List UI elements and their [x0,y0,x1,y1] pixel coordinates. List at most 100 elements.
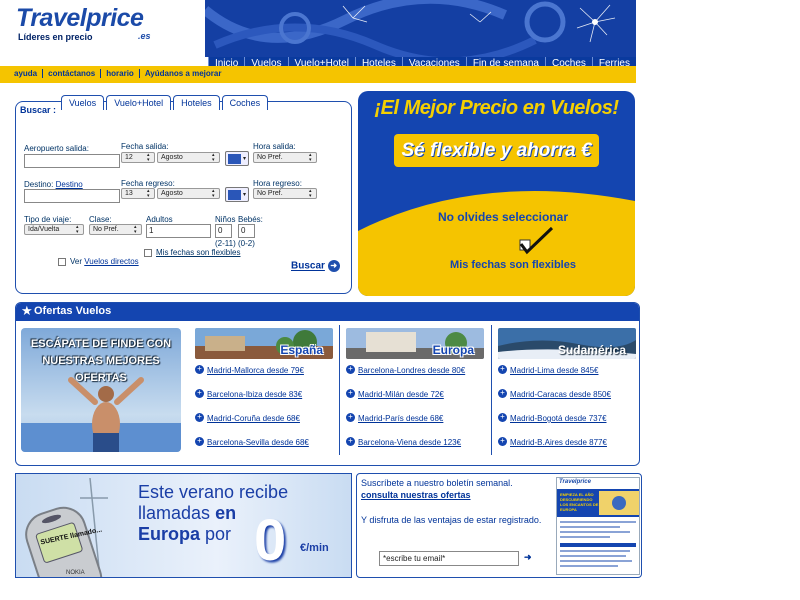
direct-flights-link[interactable]: Vuelos directos [84,257,138,266]
babies-input[interactable]: 0 [238,224,255,238]
logo-text[interactable]: Travelprice [16,4,144,33]
link-ayudanos-mejorar[interactable]: Ayúdanos a mejorar [140,69,227,78]
flexible-dates-checkbox[interactable] [144,249,152,257]
direct-flights-checkbox[interactable] [58,258,66,266]
newsletter-email-input[interactable]: *escribe tu email* [379,551,519,566]
plus-circle-icon: + [195,437,204,446]
return-time-label: Hora regreso: [253,179,302,188]
promo-subtitle: Sé flexible y ahorra € [394,134,599,167]
offers-title: Ofertas Vuelos [34,305,112,317]
plus-circle-icon: + [195,365,204,374]
link-horario[interactable]: horario [101,69,140,78]
offer-item[interactable]: + Madrid-Mallorca desde 79€ [195,359,335,383]
espana-banner-image: España [195,328,333,359]
arrow-right-icon: ➜ [327,260,340,272]
link-contactanos[interactable]: contáctanos [43,69,102,78]
offer-item[interactable]: + Barcelona-Ibiza desde 83€ [195,383,335,407]
calendar-icon [228,190,241,200]
promo-title: ¡El Mejor Precio en Vuelos! [374,97,619,119]
plus-circle-icon: + [498,437,507,446]
return-month-select[interactable]: Agosto [157,188,220,199]
plus-circle-icon: + [498,413,507,422]
offers-column-sudamerica: Sudamérica + Madrid-Lima desde 845€ + Madr… [498,328,638,455]
dropdown-arrow-icon: ▾ [242,192,246,198]
return-date-label: Fecha regreso: [121,179,175,188]
search-tabs: Vuelos Vuelo+Hotel Hoteles Coches [61,95,270,110]
logo-tagline: Líderes en precio [18,32,93,42]
promo-flexible-text: Mis fechas son flexibles [450,259,576,271]
thumbnail-logo: Travelprice [559,479,591,485]
offer-item[interactable]: + Barcelona-Sevilla desde 68€ [195,431,335,455]
offers-column-europa: Europa + Barcelona-Londres desde 80€ + Mad… [346,328,486,455]
sudamerica-banner-image: Sudamérica [498,328,636,359]
espana-title: España [280,343,323,357]
departure-time-label: Hora salida: [253,142,296,151]
promo-reminder: No olvides seleccionar [437,210,569,224]
flexible-dates-link[interactable]: Mis fechas son flexibles [156,248,240,257]
flight-offers-panel: ★ Ofertas Vuelos ESCÁPATE DE FINDE CON N… [15,302,640,466]
origin-label: Aeropuerto salida: [24,144,89,153]
destination-input[interactable] [24,189,120,203]
departure-calendar-button[interactable]: ▾ [225,151,249,166]
return-day-select[interactable]: 13 [121,188,155,199]
thumbnail-header: EMPIEZA EL AÑO DESCUBRIENDO LOS ENCANTOS… [557,489,639,517]
departure-month-select[interactable]: Agosto [157,152,220,163]
offer-item[interactable]: + Madrid-París desde 68€ [346,407,486,431]
adults-label: Adultos [146,215,173,224]
offer-item[interactable]: + Barcelona-Viena desde 123€ [346,431,486,455]
newsletter-benefits: Y disfruta de las ventajas de estar regi… [361,515,542,525]
search-tab-coches[interactable]: Coches [221,95,269,110]
price-zero: 0 [254,508,287,573]
departure-time-select[interactable]: No Pref. [253,152,317,163]
link-ayuda[interactable]: ayuda [14,69,44,78]
calendar-icon [228,154,241,164]
newsletter-preview-thumbnail[interactable]: Travelprice EMPIEZA EL AÑO DESCUBRIENDO … [556,477,640,575]
column-divider [491,325,492,455]
babies-label: Bebés: [238,215,263,224]
search-title: Buscar : [20,105,57,115]
search-submit-button[interactable]: Buscar ➜ [291,260,340,272]
newsletter-signup: Suscríbete a nuestro boletín semanal. co… [356,473,642,578]
europa-title: Europa [432,343,474,357]
destination-link[interactable]: Destino [56,180,83,189]
offer-item[interactable]: + Barcelona-Londres desde 80€ [346,359,486,383]
origin-input[interactable] [24,154,120,168]
weekend-offers-promo[interactable]: ESCÁPATE DE FINDE CON NUESTRAS MEJORES O… [21,328,181,452]
search-tab-vuelos[interactable]: Vuelos [61,95,105,110]
offer-item[interactable]: + Madrid-Caracas desde 850€ [498,383,638,407]
plus-circle-icon: + [346,365,355,374]
best-price-promo-banner[interactable]: ¡El Mejor Precio en Vuelos! Sé flexible … [358,91,635,296]
offer-item[interactable]: + Madrid-Bogotá desde 737€ [498,407,638,431]
offer-item[interactable]: + Madrid-Milán desde 72€ [346,383,486,407]
offer-item[interactable]: + Madrid-B.Aires desde 877€ [498,431,638,455]
class-select[interactable]: No Pref. [89,224,142,235]
newsletter-submit-arrow-icon[interactable]: ➜ [524,552,532,563]
search-tab-hoteles[interactable]: Hoteles [173,95,220,110]
offer-item[interactable]: + Madrid-Coruña desde 68€ [195,407,335,431]
plus-circle-icon: + [346,413,355,422]
swirl-decoration-icon [205,0,636,57]
plus-circle-icon: + [195,413,204,422]
offer-item[interactable]: + Madrid-Lima desde 845€ [498,359,638,383]
newsletter-offers-link[interactable]: consulta nuestras ofertas [361,490,471,500]
dropdown-arrow-icon: ▾ [242,156,246,162]
adults-input[interactable]: 1 [146,224,211,238]
return-calendar-button[interactable]: ▾ [225,187,249,202]
children-age-note: (2-11) [215,239,236,248]
plus-circle-icon: + [346,437,355,446]
destination-label: Destino: Destino [24,180,83,189]
offers-header: ★ Ofertas Vuelos [16,303,639,321]
offers-column-espana: España + Madrid-Mallorca desde 79€ + Barce… [195,328,335,455]
summer-calls-banner[interactable]: SUERTE llamado... NOKIA Este verano reci… [15,473,352,578]
search-tab-vuelo-hotel[interactable]: Vuelo+Hotel [106,95,172,110]
flight-search-form: Vuelos Vuelo+Hotel Hoteles Coches Buscar… [15,95,352,294]
trip-type-label: Tipo de viaje: [24,215,72,224]
plus-circle-icon: + [498,389,507,398]
trip-type-select[interactable]: Ida/Vuelta [24,224,84,235]
plus-circle-icon: + [498,365,507,374]
departure-day-select[interactable]: 12 [121,152,155,163]
return-time-select[interactable]: No Pref. [253,188,317,199]
children-input[interactable]: 0 [215,224,232,238]
logo-domain: .es [138,31,151,41]
logo[interactable]: Travelprice Líderes en precio .es [0,0,205,57]
